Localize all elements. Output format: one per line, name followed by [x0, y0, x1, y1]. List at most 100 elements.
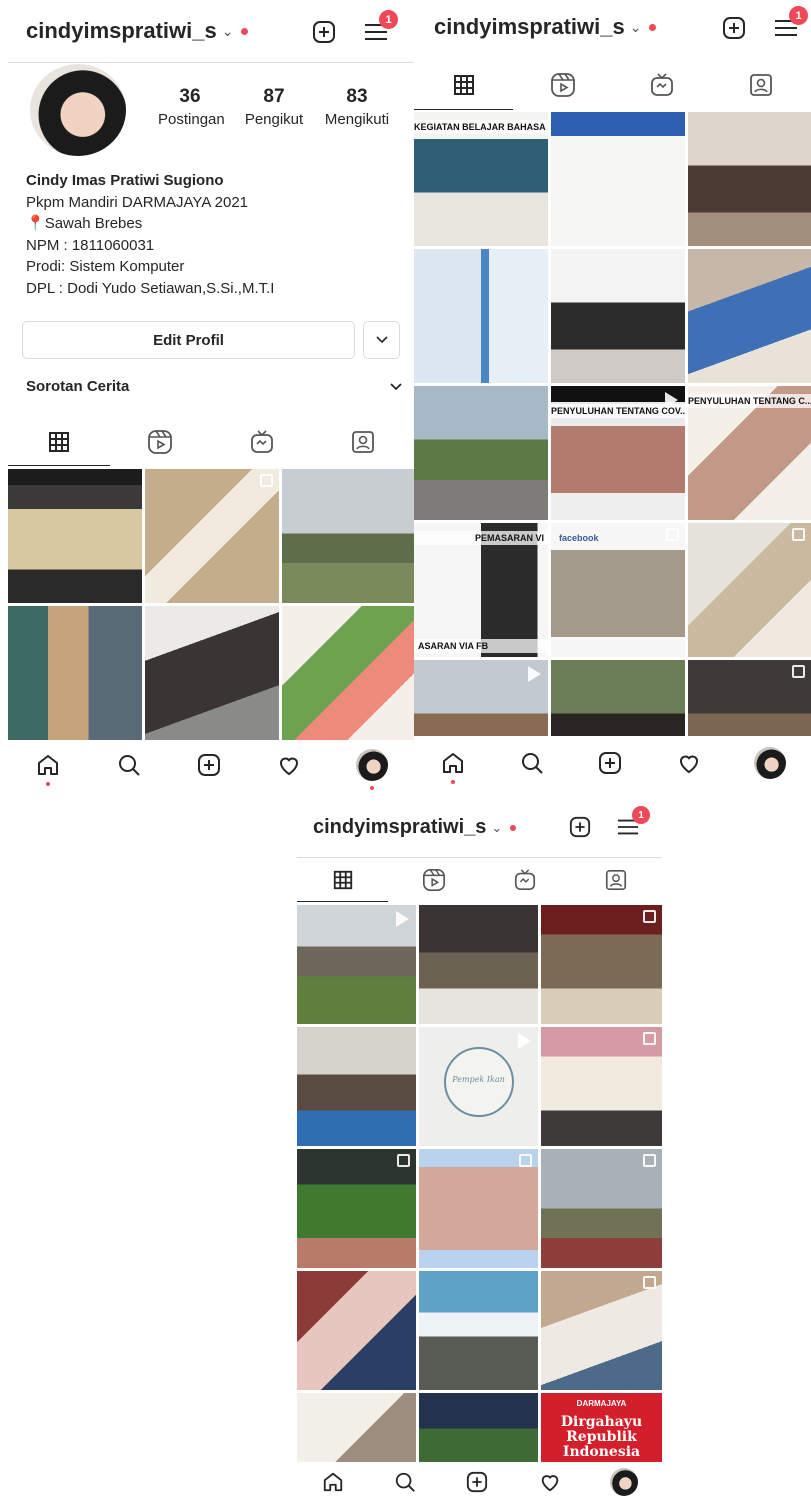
igtv-icon: [397, 1154, 410, 1167]
notification-dot: [369, 786, 374, 790]
edit-profile-button[interactable]: Edit Profil: [22, 321, 355, 359]
heart-icon[interactable]: [274, 750, 304, 780]
post-thumbnail[interactable]: [297, 1027, 416, 1146]
post-thumbnail[interactable]: [414, 386, 548, 520]
notification-dot: [451, 780, 456, 784]
tab-igtv[interactable]: [211, 418, 313, 466]
carousel-icon: [792, 665, 805, 678]
tab-tagged[interactable]: [712, 60, 811, 110]
caption-line: Dirgahayu: [560, 1414, 643, 1430]
new-post-icon[interactable]: [720, 14, 748, 42]
tab-reels[interactable]: [513, 60, 612, 110]
stat-value: 36: [179, 86, 201, 107]
bio: Cindy Imas Pratiwi Sugiono Pkpm Mandiri …: [26, 170, 406, 299]
post-thumbnail[interactable]: [551, 249, 685, 383]
tab-reels[interactable]: [110, 418, 212, 466]
home-icon[interactable]: [438, 748, 468, 784]
heart-icon[interactable]: [537, 1469, 563, 1495]
post-thumbnail[interactable]: [541, 1027, 662, 1146]
tab-igtv[interactable]: [480, 858, 571, 902]
username-switcher[interactable]: cindyimspratiwi_s ⌄: [26, 18, 249, 44]
post-thumbnail[interactable]: [688, 523, 811, 657]
profile-grid-screen-lower: cindyimspratiwi_s ⌄ 1 Pempek Ikan DARMAJ…: [297, 800, 662, 1502]
username-switcher[interactable]: cindyimspratiwi_s ⌄: [434, 14, 657, 40]
heart-icon[interactable]: [674, 748, 704, 778]
post-thumbnail[interactable]: KEGIATAN BELAJAR BAHASA ARAB: [414, 112, 548, 246]
post-thumbnail[interactable]: [297, 1149, 416, 1268]
post-thumbnail[interactable]: [145, 469, 279, 603]
top-bar: cindyimspratiwi_s ⌄ 1: [414, 0, 811, 58]
post-thumbnail[interactable]: [297, 1271, 416, 1390]
igtv-icon: [651, 73, 674, 96]
tab-igtv[interactable]: [613, 60, 712, 110]
top-actions: 1: [567, 806, 650, 840]
stat-posts[interactable]: 36 Postingan: [158, 86, 225, 128]
post-thumbnail[interactable]: [541, 905, 662, 1024]
post-thumbnail[interactable]: PEMASARAN VI ASARAN VIA FB: [414, 523, 548, 657]
tab-posts[interactable]: [8, 418, 110, 466]
profile-screen: cindyimspratiwi_s ⌄ 1 36 Postingan 87 Pe…: [8, 0, 414, 790]
tab-posts[interactable]: [414, 60, 514, 110]
menu-icon[interactable]: 1: [360, 10, 398, 46]
menu-icon[interactable]: 1: [770, 6, 808, 42]
top-bar: cindyimspratiwi_s ⌄ 1: [297, 800, 662, 856]
profile-avatar[interactable]: [609, 1467, 639, 1497]
post-thumbnail[interactable]: [145, 606, 279, 740]
post-thumbnail[interactable]: [688, 249, 811, 383]
post-thumbnail[interactable]: [551, 112, 685, 246]
new-post-icon[interactable]: [194, 750, 224, 780]
new-post-icon[interactable]: [310, 18, 338, 46]
bio-location: Sawah Brebes: [44, 215, 143, 232]
post-thumbnail[interactable]: [541, 1149, 662, 1268]
suggestions-dropdown-button[interactable]: [363, 321, 400, 359]
post-thumbnail[interactable]: [419, 1271, 538, 1390]
search-icon[interactable]: [392, 1469, 418, 1495]
post-thumbnail[interactable]: facebook: [551, 523, 685, 657]
chevron-down-icon: [390, 382, 402, 390]
new-post-icon[interactable]: [464, 1469, 490, 1495]
chevron-down-icon: ⌄: [629, 18, 642, 35]
tab-tagged[interactable]: [313, 418, 415, 466]
home-icon[interactable]: [320, 1469, 346, 1495]
carousel-icon: [643, 910, 656, 923]
grid-icon: [453, 75, 474, 95]
post-thumbnail[interactable]: [688, 112, 811, 246]
tab-posts[interactable]: [297, 858, 389, 902]
post-thumbnail[interactable]: [419, 905, 538, 1024]
post-thumbnail[interactable]: Pempek Ikan: [419, 1027, 538, 1146]
notification-dot: [46, 782, 51, 786]
profile-avatar[interactable]: [355, 748, 389, 790]
tab-reels[interactable]: [388, 858, 479, 902]
home-icon[interactable]: [33, 750, 63, 786]
post-thumbnail[interactable]: [541, 1271, 662, 1390]
story-highlights[interactable]: Sorotan Cerita: [26, 378, 402, 395]
username-switcher[interactable]: cindyimspratiwi_s ⌄: [313, 816, 517, 839]
search-icon[interactable]: [114, 750, 144, 780]
menu-icon[interactable]: 1: [613, 806, 650, 840]
profile-avatar[interactable]: [753, 746, 787, 780]
stat-label: Mengikuti: [324, 111, 390, 128]
stat-followers[interactable]: 87 Pengikut: [239, 86, 309, 128]
tab-tagged[interactable]: [571, 858, 662, 902]
profile-tabs: [414, 60, 811, 110]
profile-tabs: [297, 858, 662, 902]
new-post-icon[interactable]: [567, 814, 593, 840]
search-icon[interactable]: [517, 748, 547, 778]
post-thumbnail[interactable]: [419, 1149, 538, 1268]
post-thumbnail[interactable]: [8, 606, 142, 740]
post-thumbnail[interactable]: [297, 905, 416, 1024]
top-actions: 1: [310, 10, 398, 46]
new-post-icon[interactable]: [595, 748, 625, 778]
profile-avatar[interactable]: [30, 64, 126, 156]
post-thumbnail[interactable]: [282, 469, 414, 603]
carousel-icon: [519, 1154, 532, 1167]
post-thumbnail[interactable]: [282, 606, 414, 740]
post-thumbnail[interactable]: PENYULUHAN TENTANG C...: [688, 386, 811, 520]
carousel-icon: [666, 528, 679, 541]
stat-following[interactable]: 83 Mengikuti: [320, 86, 394, 128]
post-grid: Pempek Ikan DARMAJAYA Dirgahayu Republik …: [297, 905, 662, 1502]
post-thumbnail[interactable]: [8, 469, 142, 603]
tagged-icon: [352, 431, 375, 453]
post-thumbnail[interactable]: PENYULUHAN TENTANG COV...: [551, 386, 685, 520]
post-thumbnail[interactable]: [414, 249, 548, 383]
